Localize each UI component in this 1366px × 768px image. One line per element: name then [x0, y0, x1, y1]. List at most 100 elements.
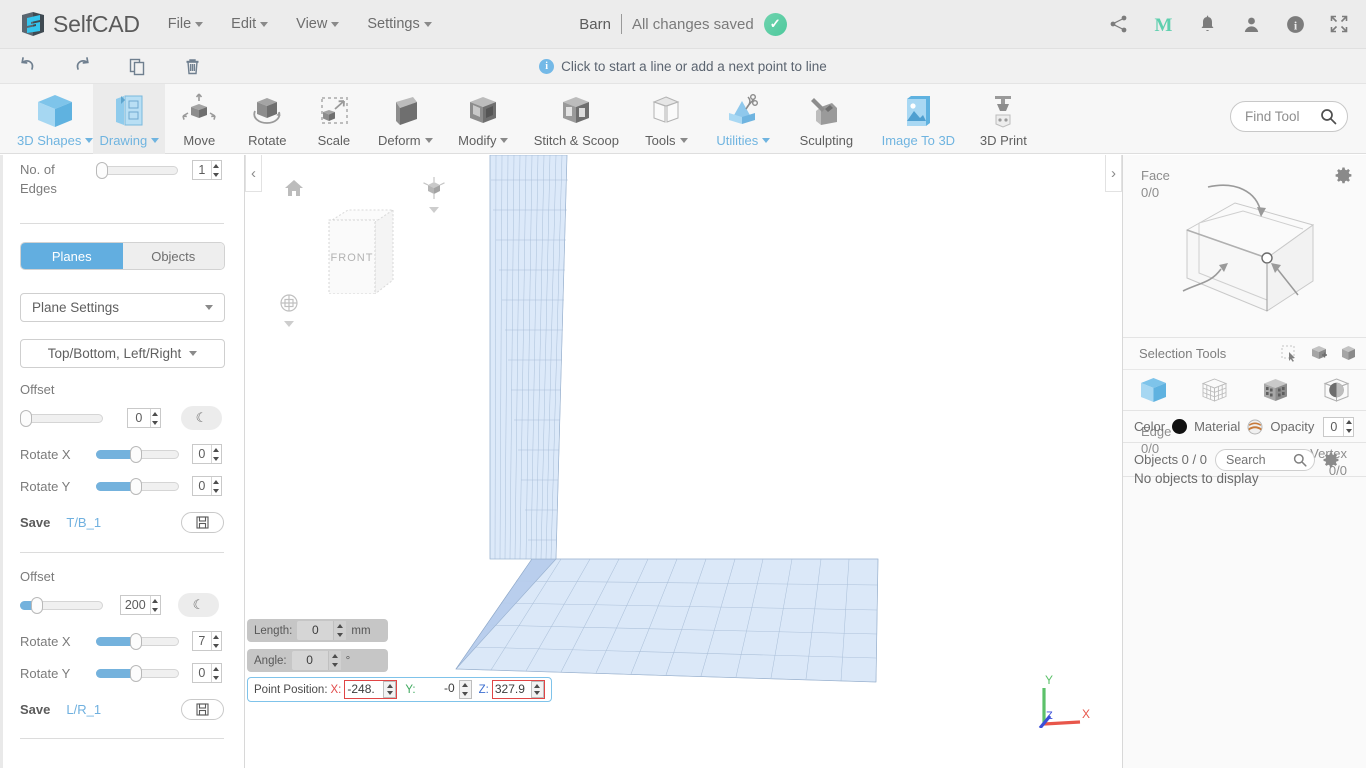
- toggle-planes[interactable]: Planes: [21, 243, 123, 269]
- objects-search-box[interactable]: [1214, 448, 1315, 471]
- bell-icon[interactable]: [1196, 13, 1218, 35]
- ribbon-tool-move[interactable]: Move: [165, 84, 233, 154]
- ribbon-label-stitch-scoop: Stitch & Scoop: [534, 133, 619, 148]
- rotate-y-slider-tb[interactable]: [96, 477, 179, 495]
- ribbon-label-modify: Modify: [458, 133, 509, 148]
- caret-down-icon: [331, 663, 338, 668]
- axis-indicator: Y X Z: [1030, 672, 1092, 730]
- wireframe-mode-icon[interactable]: [1199, 375, 1230, 406]
- status-hint: i Click to start a line or add a next po…: [443, 58, 923, 74]
- box-select-icon[interactable]: [1340, 345, 1357, 362]
- search-icon: [1321, 109, 1337, 125]
- sphere-material-icon[interactable]: [1247, 419, 1263, 435]
- plane-axis-dropdown[interactable]: Top/Bottom, Left/Right: [20, 339, 225, 368]
- length-input[interactable]: 0: [297, 621, 347, 640]
- caret-down-icon: [213, 456, 220, 461]
- stepper-arrows[interactable]: [210, 161, 221, 179]
- offset-slider-lr[interactable]: [20, 596, 103, 614]
- save-button-lr[interactable]: [181, 699, 224, 720]
- offset-slider-tb[interactable]: [20, 409, 103, 427]
- divider: [620, 14, 622, 34]
- ribbon-tool-image-to-3d[interactable]: Image To 3D: [868, 84, 968, 154]
- no-of-edges-stepper[interactable]: 1: [192, 160, 222, 180]
- voxel-mode-icon[interactable]: [1260, 375, 1291, 406]
- ribbon-tool-sculpting[interactable]: Sculpting: [784, 84, 868, 154]
- menu-view[interactable]: View: [296, 16, 340, 32]
- ribbon-tool-3d-print[interactable]: 3D Print: [968, 84, 1038, 154]
- offset-stepper-lr[interactable]: 200: [120, 595, 161, 615]
- fullscreen-icon[interactable]: [1328, 13, 1350, 35]
- rotate-x-value-tb: 0: [198, 447, 206, 461]
- point-position-z-input[interactable]: 327.9: [491, 680, 545, 699]
- offset-stepper-tb[interactable]: 0: [127, 408, 161, 428]
- plane-settings-dropdown[interactable]: Plane Settings: [20, 293, 225, 322]
- ribbon-tool-stitch-scoop[interactable]: Stitch & Scoop: [522, 84, 630, 154]
- copy-button[interactable]: [110, 49, 165, 83]
- ribbon-tool-modify[interactable]: Modify: [444, 84, 522, 154]
- point-position-x-input[interactable]: -248.: [344, 680, 398, 699]
- point-position-y-input[interactable]: -0: [420, 680, 472, 699]
- opacity-stepper[interactable]: 0: [1323, 416, 1355, 437]
- stepper-arrows[interactable]: [458, 680, 472, 699]
- caret-down-icon: [534, 691, 541, 696]
- save-button-tb[interactable]: [181, 512, 224, 533]
- rotate-x-stepper-lr[interactable]: 7: [192, 631, 222, 651]
- rotate-x-stepper-tb[interactable]: 0: [192, 444, 222, 464]
- objects-settings-gear-icon[interactable]: [1323, 451, 1339, 468]
- length-unit: mm: [351, 624, 371, 637]
- rotate-y-row-lr: Rotate Y 0: [20, 663, 224, 683]
- rotate-x-slider-tb[interactable]: [96, 445, 179, 463]
- rotate-y-stepper-tb[interactable]: 0: [192, 476, 222, 496]
- color-swatch[interactable]: [1172, 419, 1188, 434]
- rect-select-icon[interactable]: [1281, 345, 1298, 362]
- toggle-objects[interactable]: Objects: [122, 243, 224, 269]
- selfcad-logo-icon: [18, 9, 48, 39]
- ribbon-tool-utilities[interactable]: Utilities: [702, 84, 784, 154]
- angle-measure-field[interactable]: Angle: 0 °: [247, 649, 388, 672]
- undo-button[interactable]: [0, 49, 55, 83]
- save-name-lr[interactable]: L/R_1: [66, 702, 101, 717]
- rotate-x-slider-lr[interactable]: [96, 632, 179, 650]
- m-logo-icon[interactable]: M: [1152, 13, 1174, 35]
- ribbon-tool-tools[interactable]: Tools: [630, 84, 702, 154]
- redo-button[interactable]: [55, 49, 110, 83]
- save-name-tb[interactable]: T/B_1: [66, 515, 101, 530]
- menu-file[interactable]: File: [168, 16, 204, 32]
- rotate-y-stepper-lr[interactable]: 0: [192, 663, 222, 683]
- label-text: Tools: [645, 133, 676, 148]
- menu-edit[interactable]: Edit: [231, 16, 269, 32]
- ribbon-tool-drawing[interactable]: Drawing: [93, 84, 166, 154]
- sphere-mode-icon[interactable]: [1321, 375, 1352, 406]
- ribbon-tool-scale[interactable]: Scale: [301, 84, 366, 154]
- ribbon-tool-rotate[interactable]: Rotate: [233, 84, 301, 154]
- angle-input[interactable]: 0: [291, 651, 341, 670]
- length-measure-field[interactable]: Length: 0 mm: [247, 619, 388, 642]
- objects-search-input[interactable]: [1225, 452, 1288, 467]
- box-add-select-icon[interactable]: [1310, 345, 1328, 362]
- rotate-y-slider-lr[interactable]: [96, 664, 179, 682]
- no-of-edges-slider[interactable]: [96, 161, 178, 179]
- share-icon[interactable]: [1108, 13, 1130, 35]
- point-position-bar[interactable]: Point Position: X: -248. Y: -0 Z: 327.9: [247, 677, 552, 702]
- selection-diagram: [1163, 173, 1333, 338]
- user-icon[interactable]: [1240, 13, 1262, 35]
- moon-icon[interactable]: ☾: [178, 593, 219, 617]
- caret-up-icon: [337, 623, 344, 628]
- ribbon-tool-deform[interactable]: Deform: [366, 84, 444, 154]
- document-name[interactable]: Barn: [579, 16, 611, 33]
- find-tool-search[interactable]: Find Tool: [1230, 101, 1348, 132]
- stepper-arrows[interactable]: [383, 681, 397, 698]
- image-to-3d-icon: [897, 91, 939, 131]
- object-mode-icon[interactable]: [1138, 375, 1169, 406]
- stepper-arrows[interactable]: [327, 651, 341, 670]
- ribbon-tool-3d-shapes[interactable]: 3D Shapes: [17, 84, 94, 154]
- stepper-arrows[interactable]: [530, 681, 544, 698]
- stepper-arrows[interactable]: [333, 621, 347, 640]
- info-icon[interactable]: i: [1284, 13, 1306, 35]
- panel-settings-gear-icon[interactable]: [1335, 167, 1352, 189]
- brand-logo-group[interactable]: SelfCAD: [18, 9, 140, 39]
- menu-settings[interactable]: Settings: [367, 16, 432, 32]
- trash-button[interactable]: [165, 49, 220, 83]
- document-title-group: Barn All changes saved ✓: [473, 12, 893, 36]
- moon-icon[interactable]: ☾: [181, 406, 222, 430]
